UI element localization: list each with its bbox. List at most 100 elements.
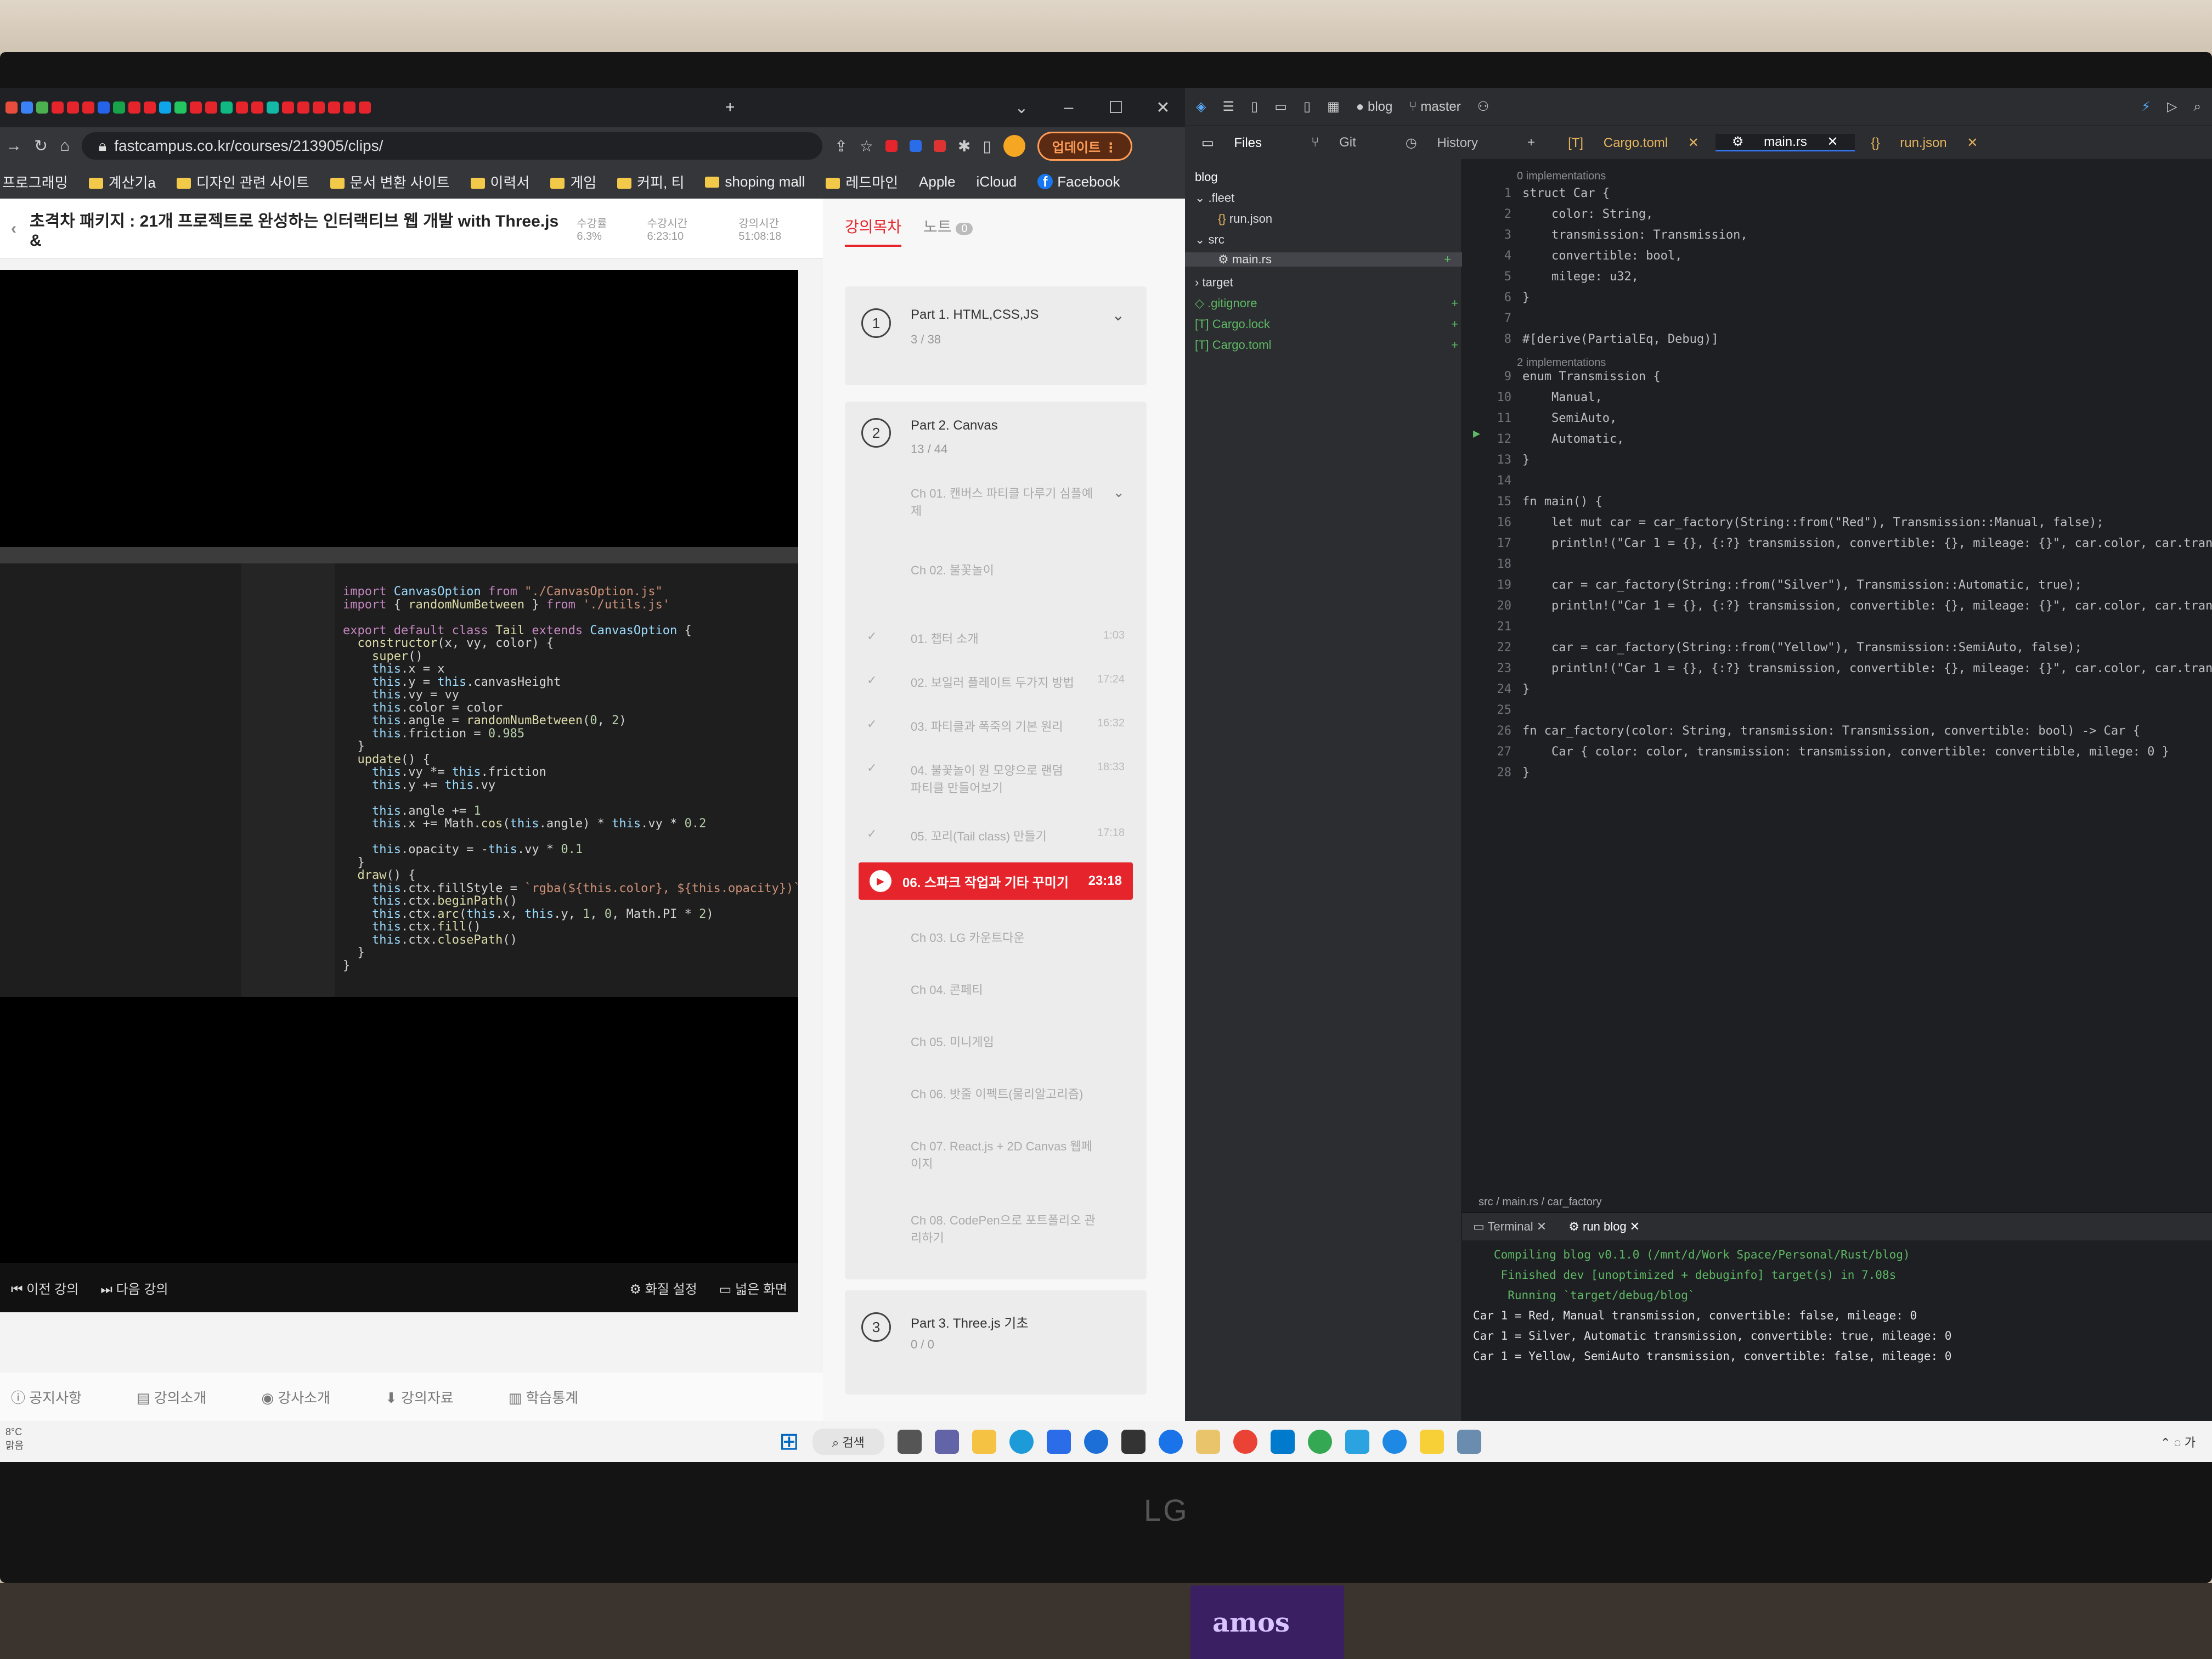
- tab-favicon[interactable]: [159, 101, 171, 114]
- file-explorer-icon[interactable]: [972, 1429, 996, 1454]
- search-icon[interactable]: ⌕: [2194, 99, 2201, 115]
- avatar[interactable]: [1003, 135, 1025, 157]
- tab-favicon[interactable]: [36, 101, 48, 114]
- editor-tab-main-rs[interactable]: ⚙ main.rs ✕: [1715, 134, 1855, 151]
- photos-icon[interactable]: [1457, 1429, 1481, 1454]
- teams-icon[interactable]: [934, 1429, 959, 1454]
- current-lesson[interactable]: ▶ 06. 스파크 작업과 기타 꾸미기 23:18: [859, 862, 1133, 900]
- tab-favicon[interactable]: [205, 101, 217, 114]
- terminal-tab[interactable]: ▭ Terminal ✕: [1473, 1220, 1547, 1234]
- menu-icon[interactable]: ☰: [1222, 99, 1234, 115]
- maximize-icon[interactable]: ☐: [1094, 98, 1138, 117]
- add-icon[interactable]: +: [1511, 135, 1551, 150]
- tab-favicon[interactable]: [221, 101, 233, 114]
- tab-favicon[interactable]: [21, 101, 33, 114]
- editor-tab-run-json[interactable]: {} run.json ✕: [1855, 135, 1995, 151]
- fleet-logo-icon[interactable]: ◈: [1196, 99, 1206, 115]
- maps-icon[interactable]: [1158, 1429, 1183, 1454]
- chapter-item[interactable]: Ch 08. CodePen으로 포트폴리오 관리하기: [911, 1211, 1097, 1246]
- extension-icon[interactable]: [885, 140, 898, 152]
- grid-icon[interactable]: ▦: [1327, 99, 1340, 115]
- tab-favicon[interactable]: [328, 101, 340, 114]
- run-blog-tab[interactable]: ⚙ run blog ✕: [1568, 1220, 1640, 1234]
- chevron-down-icon[interactable]: ⌄: [1112, 306, 1125, 324]
- edge-icon[interactable]: [1009, 1429, 1034, 1454]
- reload-icon[interactable]: ↻: [34, 137, 48, 156]
- browser-tab-strip[interactable]: + ⌄ – ☐ ✕: [0, 88, 1185, 127]
- project-selector[interactable]: ● blog: [1356, 99, 1393, 115]
- windows-start-icon[interactable]: ⊞: [779, 1427, 799, 1455]
- tab-favicon[interactable]: [128, 101, 140, 114]
- taskbar-search[interactable]: ⌕ 검색: [812, 1428, 884, 1455]
- tree-root[interactable]: blog: [1195, 170, 1218, 184]
- tab-favicon[interactable]: [98, 101, 110, 114]
- run-icon[interactable]: ▷: [2167, 99, 2177, 115]
- lesson-item[interactable]: 04. 불꽃놀이 원 모양으로 랜덤 파티클 만들어보기: [911, 761, 1075, 796]
- bookmark-folder[interactable]: 디자인 관련 사이트: [176, 172, 309, 192]
- bookmark-folder[interactable]: shoping mall: [705, 173, 805, 190]
- panel-right-icon[interactable]: ▯: [1304, 99, 1311, 115]
- panel-left-icon[interactable]: ▯: [1251, 99, 1258, 115]
- tab-favicon[interactable]: [236, 101, 248, 114]
- prev-lecture-button[interactable]: ⏮ 이전 강의: [11, 1278, 78, 1297]
- bookmark-item[interactable]: f Facebook: [1037, 173, 1120, 190]
- lesson-item[interactable]: 05. 꼬리(Tail class) 만들기: [911, 827, 1047, 844]
- tab-instructor[interactable]: ◉ 강사소개: [261, 1387, 330, 1407]
- star-icon[interactable]: ☆: [860, 137, 873, 155]
- lesson-item[interactable]: 03. 파티클과 폭죽의 기본 원리: [911, 717, 1063, 735]
- quality-button[interactable]: ⚙ 화질 설정: [629, 1278, 697, 1297]
- tab-toc[interactable]: 강의목차: [845, 215, 902, 247]
- tab-favicon[interactable]: [297, 101, 309, 114]
- tab-favicon[interactable]: [267, 101, 279, 114]
- bookmark-folder[interactable]: 계산기a: [88, 172, 156, 192]
- tab-favicon[interactable]: [5, 101, 18, 114]
- tab-stats[interactable]: ▥ 학습통계: [509, 1387, 578, 1407]
- bookmark-item[interactable]: 프로그래밍: [2, 172, 68, 192]
- extension-icon[interactable]: [909, 140, 922, 152]
- chapter-item[interactable]: Ch 02. 불꽃놀이: [911, 561, 994, 578]
- bookmark-folder[interactable]: 레드마인: [826, 172, 898, 192]
- part-card[interactable]: 3 Part 3. Three.js 기초 0 / 0: [845, 1290, 1147, 1395]
- lightning-icon[interactable]: ⚡: [2141, 99, 2151, 115]
- bookmark-folder[interactable]: 게임: [550, 172, 596, 192]
- bookmark-folder[interactable]: 문서 변환 사이트: [330, 172, 450, 192]
- tree-file[interactable]: [T] Cargo.lock +: [1195, 317, 1458, 331]
- terminal-icon[interactable]: [1121, 1429, 1146, 1454]
- editor-tab-cargo-toml[interactable]: [T] Cargo.toml ✕: [1551, 135, 1716, 151]
- tab-favicon[interactable]: [174, 101, 187, 114]
- chapter-item[interactable]: Ch 06. 밧줄 이펙트(물리알고리즘): [911, 1085, 1083, 1102]
- app-icon[interactable]: [1084, 1429, 1108, 1454]
- wide-screen-button[interactable]: ▭ 넓은 화면: [719, 1278, 787, 1297]
- lesson-item[interactable]: 01. 챕터 소개: [911, 629, 979, 647]
- chevron-down-icon[interactable]: ⌄: [1113, 484, 1125, 501]
- bookmark-item[interactable]: Apple: [919, 173, 956, 190]
- chrome-dev-icon[interactable]: [1307, 1429, 1332, 1454]
- tab-favicon[interactable]: [343, 101, 356, 114]
- bookmark-folder[interactable]: 이력서: [470, 172, 529, 192]
- tree-folder[interactable]: ⌄ .fleet: [1195, 191, 1234, 205]
- chrome-icon[interactable]: [1233, 1429, 1257, 1454]
- sidebar-icon[interactable]: ▯: [983, 137, 991, 155]
- app-icon[interactable]: [1195, 1429, 1220, 1454]
- task-view-icon[interactable]: [897, 1429, 922, 1454]
- app-icon[interactable]: [1382, 1429, 1407, 1454]
- video-player[interactable]: import CanvasOption from "./CanvasOption…: [0, 270, 800, 1312]
- minimize-icon[interactable]: –: [1047, 98, 1091, 117]
- vscode-icon[interactable]: [1270, 1429, 1295, 1454]
- git-tab[interactable]: ⑂ Git: [1295, 135, 1389, 150]
- tree-file[interactable]: ◇ .gitignore +: [1195, 296, 1458, 311]
- files-tab[interactable]: ▭ Files: [1185, 135, 1295, 151]
- next-lecture-button[interactable]: ⏭ 다음 강의: [100, 1278, 168, 1297]
- tab-favicon[interactable]: [282, 101, 294, 114]
- back-icon[interactable]: ‹: [11, 219, 16, 238]
- tab-notice[interactable]: ⓘ 공지사항: [11, 1387, 82, 1407]
- tab-favicon[interactable]: [313, 101, 325, 114]
- forward-icon[interactable]: →: [5, 137, 22, 155]
- chapter-item[interactable]: Ch 01. 캔버스 파티클 다루기 심플예제: [911, 484, 1097, 519]
- app-icon[interactable]: [1345, 1429, 1369, 1454]
- share-icon[interactable]: ⇪: [834, 137, 847, 155]
- history-tab[interactable]: ◷ History: [1389, 135, 1511, 151]
- update-button[interactable]: 업데이트 ⋮: [1037, 131, 1132, 161]
- tab-favicon[interactable]: [82, 101, 94, 114]
- store-icon[interactable]: [1046, 1429, 1071, 1454]
